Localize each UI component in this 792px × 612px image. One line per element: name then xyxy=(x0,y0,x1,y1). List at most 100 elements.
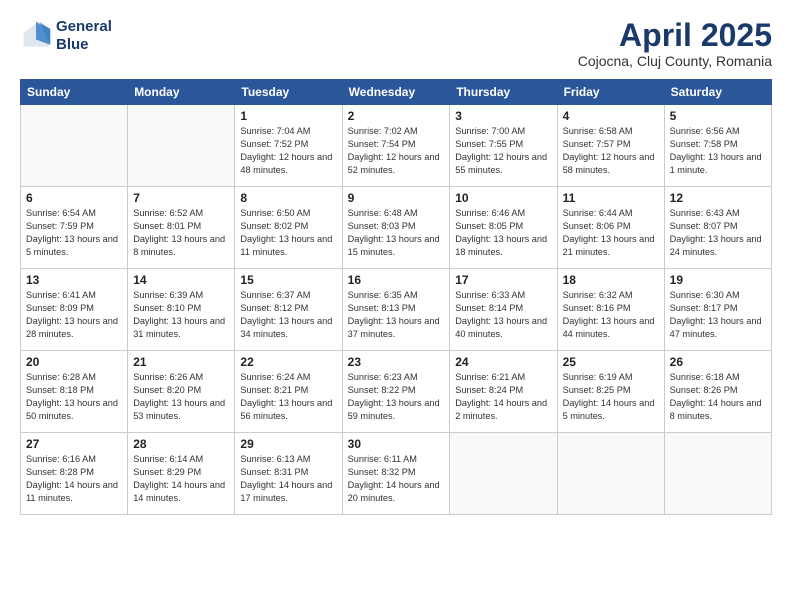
day-number: 13 xyxy=(26,273,122,287)
day-number: 9 xyxy=(348,191,445,205)
calendar-table: Sunday Monday Tuesday Wednesday Thursday… xyxy=(20,79,772,515)
day-info: Sunrise: 6:41 AM Sunset: 8:09 PM Dayligh… xyxy=(26,289,122,341)
day-number: 6 xyxy=(26,191,122,205)
header-row: Sunday Monday Tuesday Wednesday Thursday… xyxy=(21,80,772,105)
calendar-body: 1 Sunrise: 7:04 AM Sunset: 7:52 PM Daylig… xyxy=(21,105,772,515)
day-info: Sunrise: 7:02 AM Sunset: 7:54 PM Dayligh… xyxy=(348,125,445,177)
table-row: 27 Sunrise: 6:16 AM Sunset: 8:28 PM Dayli… xyxy=(21,433,128,515)
day-number: 16 xyxy=(348,273,445,287)
day-info: Sunrise: 6:33 AM Sunset: 8:14 PM Dayligh… xyxy=(455,289,551,341)
day-number: 17 xyxy=(455,273,551,287)
day-info: Sunrise: 6:52 AM Sunset: 8:01 PM Dayligh… xyxy=(133,207,229,259)
day-info: Sunrise: 6:58 AM Sunset: 7:57 PM Dayligh… xyxy=(563,125,659,177)
day-number: 4 xyxy=(563,109,659,123)
table-row: 10 Sunrise: 6:46 AM Sunset: 8:05 PM Dayli… xyxy=(450,187,557,269)
subtitle: Cojocna, Cluj County, Romania xyxy=(578,53,772,69)
page: General Blue April 2025 Cojocna, Cluj Co… xyxy=(0,0,792,612)
header: General Blue April 2025 Cojocna, Cluj Co… xyxy=(20,18,772,69)
day-number: 7 xyxy=(133,191,229,205)
day-info: Sunrise: 6:18 AM Sunset: 8:26 PM Dayligh… xyxy=(670,371,766,423)
table-row: 15 Sunrise: 6:37 AM Sunset: 8:12 PM Dayli… xyxy=(235,269,342,351)
table-row: 8 Sunrise: 6:50 AM Sunset: 8:02 PM Daylig… xyxy=(235,187,342,269)
col-sunday: Sunday xyxy=(21,80,128,105)
day-info: Sunrise: 6:23 AM Sunset: 8:22 PM Dayligh… xyxy=(348,371,445,423)
calendar-header: Sunday Monday Tuesday Wednesday Thursday… xyxy=(21,80,772,105)
day-number: 29 xyxy=(240,437,336,451)
day-info: Sunrise: 7:04 AM Sunset: 7:52 PM Dayligh… xyxy=(240,125,336,177)
day-number: 24 xyxy=(455,355,551,369)
table-row: 14 Sunrise: 6:39 AM Sunset: 8:10 PM Dayli… xyxy=(128,269,235,351)
day-number: 25 xyxy=(563,355,659,369)
table-row: 5 Sunrise: 6:56 AM Sunset: 7:58 PM Daylig… xyxy=(664,105,771,187)
table-row: 29Sunrise: 6:13 AM Sunset: 8:31 PM Dayli… xyxy=(235,433,342,515)
day-number: 11 xyxy=(563,191,659,205)
day-number: 22 xyxy=(240,355,336,369)
day-number: 30 xyxy=(348,437,445,451)
table-row: 2 Sunrise: 7:02 AM Sunset: 7:54 PM Daylig… xyxy=(342,105,450,187)
day-info: Sunrise: 6:44 AM Sunset: 8:06 PM Dayligh… xyxy=(563,207,659,259)
table-row: 25 Sunrise: 6:19 AM Sunset: 8:25 PM Dayli… xyxy=(557,351,664,433)
day-info: Sunrise: 6:26 AM Sunset: 8:20 PM Dayligh… xyxy=(133,371,229,423)
day-info: Sunrise: 6:56 AM Sunset: 7:58 PM Dayligh… xyxy=(670,125,766,177)
table-row: 17 Sunrise: 6:33 AM Sunset: 8:14 PM Dayli… xyxy=(450,269,557,351)
table-row: 21 Sunrise: 6:26 AM Sunset: 8:20 PM Dayli… xyxy=(128,351,235,433)
day-number: 8 xyxy=(240,191,336,205)
col-friday: Friday xyxy=(557,80,664,105)
table-row: 23 Sunrise: 6:23 AM Sunset: 8:22 PM Dayli… xyxy=(342,351,450,433)
day-info: Sunrise: 6:19 AM Sunset: 8:25 PM Dayligh… xyxy=(563,371,659,423)
table-row: 24Sunrise: 6:21 AM Sunset: 8:24 PM Dayli… xyxy=(450,351,557,433)
col-thursday: Thursday xyxy=(450,80,557,105)
table-row: 9 Sunrise: 6:48 AM Sunset: 8:03 PM Daylig… xyxy=(342,187,450,269)
day-info: Sunrise: 6:54 AM Sunset: 7:59 PM Dayligh… xyxy=(26,207,122,259)
day-info: Sunrise: 6:30 AM Sunset: 8:17 PM Dayligh… xyxy=(670,289,766,341)
table-row: 20Sunrise: 6:28 AM Sunset: 8:18 PM Dayli… xyxy=(21,351,128,433)
table-row: 22 Sunrise: 6:24 AM Sunset: 8:21 PM Dayli… xyxy=(235,351,342,433)
day-number: 27 xyxy=(26,437,122,451)
day-number: 28 xyxy=(133,437,229,451)
day-number: 2 xyxy=(348,109,445,123)
day-info: Sunrise: 6:32 AM Sunset: 8:16 PM Dayligh… xyxy=(563,289,659,341)
day-number: 23 xyxy=(348,355,445,369)
col-saturday: Saturday xyxy=(664,80,771,105)
table-row: 13 Sunrise: 6:41 AM Sunset: 8:09 PM Dayli… xyxy=(21,269,128,351)
day-info: Sunrise: 6:37 AM Sunset: 8:12 PM Dayligh… xyxy=(240,289,336,341)
col-monday: Monday xyxy=(128,80,235,105)
day-info: Sunrise: 6:46 AM Sunset: 8:05 PM Dayligh… xyxy=(455,207,551,259)
table-row: 3 Sunrise: 7:00 AM Sunset: 7:55 PM Daylig… xyxy=(450,105,557,187)
day-info: Sunrise: 6:11 AM Sunset: 8:32 PM Dayligh… xyxy=(348,453,445,505)
day-number: 5 xyxy=(670,109,766,123)
day-info: Sunrise: 6:39 AM Sunset: 8:10 PM Dayligh… xyxy=(133,289,229,341)
title-block: April 2025 Cojocna, Cluj County, Romania xyxy=(578,18,772,69)
table-row: 19 Sunrise: 6:30 AM Sunset: 8:17 PM Dayli… xyxy=(664,269,771,351)
col-tuesday: Tuesday xyxy=(235,80,342,105)
table-row xyxy=(557,433,664,515)
logo: General Blue xyxy=(20,18,112,54)
table-row: 28Sunrise: 6:14 AM Sunset: 8:29 PM Dayli… xyxy=(128,433,235,515)
day-number: 3 xyxy=(455,109,551,123)
table-row xyxy=(21,105,128,187)
table-row: 18 Sunrise: 6:32 AM Sunset: 8:16 PM Dayli… xyxy=(557,269,664,351)
day-info: Sunrise: 6:16 AM Sunset: 8:28 PM Dayligh… xyxy=(26,453,122,505)
table-row: 16 Sunrise: 6:35 AM Sunset: 8:13 PM Dayli… xyxy=(342,269,450,351)
day-info: Sunrise: 6:48 AM Sunset: 8:03 PM Dayligh… xyxy=(348,207,445,259)
day-number: 14 xyxy=(133,273,229,287)
day-number: 19 xyxy=(670,273,766,287)
day-info: Sunrise: 6:35 AM Sunset: 8:13 PM Dayligh… xyxy=(348,289,445,341)
main-title: April 2025 xyxy=(578,18,772,53)
day-number: 18 xyxy=(563,273,659,287)
day-info: Sunrise: 7:00 AM Sunset: 7:55 PM Dayligh… xyxy=(455,125,551,177)
day-info: Sunrise: 6:50 AM Sunset: 8:02 PM Dayligh… xyxy=(240,207,336,259)
day-info: Sunrise: 6:28 AM Sunset: 8:18 PM Dayligh… xyxy=(26,371,122,423)
logo-icon xyxy=(20,20,52,52)
day-number: 15 xyxy=(240,273,336,287)
day-info: Sunrise: 6:24 AM Sunset: 8:21 PM Dayligh… xyxy=(240,371,336,423)
table-row: 7 Sunrise: 6:52 AM Sunset: 8:01 PM Daylig… xyxy=(128,187,235,269)
table-row xyxy=(128,105,235,187)
day-number: 1 xyxy=(240,109,336,123)
day-number: 21 xyxy=(133,355,229,369)
day-number: 10 xyxy=(455,191,551,205)
table-row: 1 Sunrise: 7:04 AM Sunset: 7:52 PM Daylig… xyxy=(235,105,342,187)
table-row xyxy=(450,433,557,515)
day-number: 26 xyxy=(670,355,766,369)
table-row: 12Sunrise: 6:43 AM Sunset: 8:07 PM Dayli… xyxy=(664,187,771,269)
